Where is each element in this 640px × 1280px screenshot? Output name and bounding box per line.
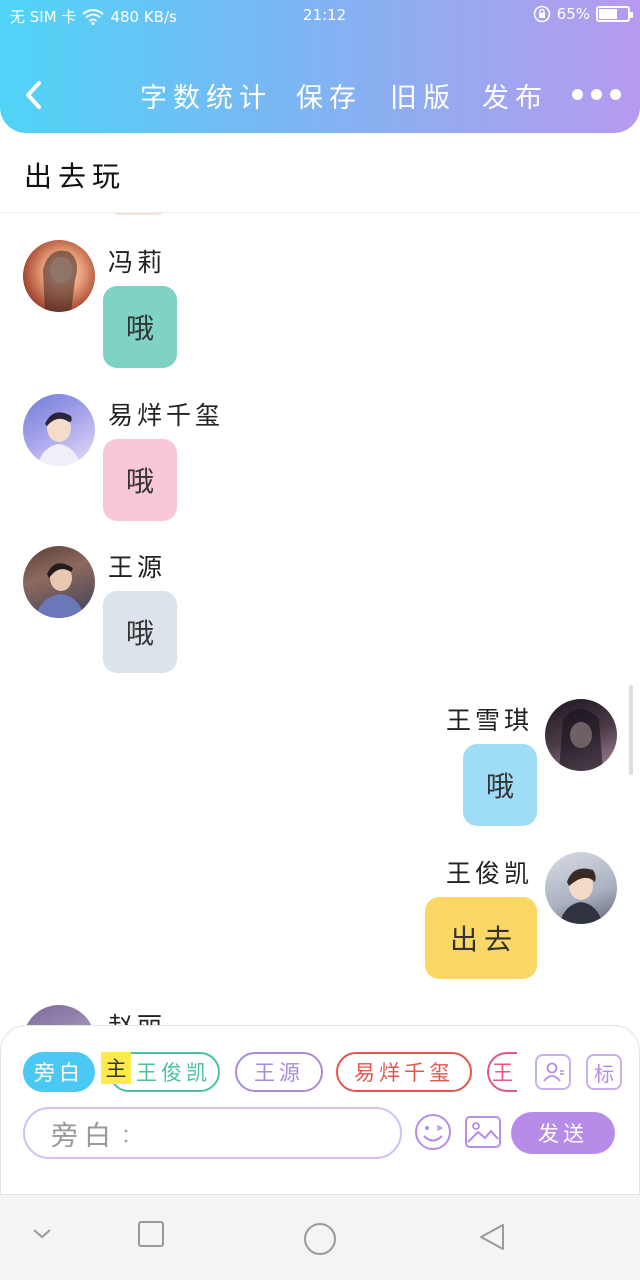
avatar[interactable] [545, 699, 617, 771]
message-input[interactable]: 旁白 ： [23, 1107, 402, 1159]
role-chip-yiyangqianxi[interactable]: 易烊千玺 [336, 1052, 472, 1092]
avatar[interactable] [23, 394, 95, 466]
more-dots-icon[interactable] [572, 89, 621, 100]
send-button[interactable]: 发送 [511, 1112, 615, 1154]
old-version-button[interactable]: 旧版 [390, 76, 456, 115]
input-role-label: 旁白 [51, 1120, 117, 1152]
avatar[interactable] [23, 240, 95, 312]
speaker-name: 易烊千玺 [108, 401, 225, 430]
message-bubble[interactable]: 哦 [103, 439, 177, 521]
square-icon[interactable] [136, 1219, 166, 1249]
save-button[interactable]: 保存 [296, 76, 362, 115]
composer-panel: 旁白 王俊凯 主 王源 易烊千玺 王 标 旁白 ： 发送 [0, 1025, 640, 1195]
wifi-icon [82, 8, 105, 25]
clipped-message-bubble [108, 213, 168, 215]
system-nav-bar [0, 1195, 640, 1280]
message-bubble[interactable]: 出去 [425, 897, 537, 979]
publish-button[interactable]: 发布 [482, 76, 548, 115]
speaker-name: 赵丽 [108, 1007, 166, 1025]
tag-button[interactable]: 标 [586, 1054, 622, 1090]
speaker-name: 王雪琪 [446, 706, 534, 735]
image-icon[interactable] [463, 1112, 503, 1152]
circle-icon[interactable] [302, 1221, 338, 1257]
scrollbar[interactable] [629, 685, 633, 775]
story-title-bar: 出去玩 [0, 133, 640, 213]
avatar[interactable] [23, 1005, 95, 1025]
chevron-down-icon[interactable] [30, 1225, 54, 1241]
role-chip-wangyuan[interactable]: 王源 [235, 1052, 323, 1092]
chat-area[interactable]: 冯莉 哦 易烊千玺 哦 王源 哦 王雪琪 哦 王俊凯 出去 赵丽 [0, 213, 640, 1025]
message-bubble[interactable]: 哦 [463, 744, 537, 826]
avatar[interactable] [23, 546, 95, 618]
role-chip-wang-clipped[interactable]: 王 [487, 1052, 517, 1092]
message-bubble[interactable]: 哦 [103, 591, 177, 673]
speaker-name: 冯莉 [108, 248, 167, 277]
word-count-button[interactable]: 字数统计 [140, 76, 272, 115]
avatar[interactable] [545, 852, 617, 924]
main-role-badge: 主 [101, 1052, 131, 1084]
app-header: 无 SIM 卡 480 KB/s 21:12 65% 字数统计 保存 旧版 发布 [0, 0, 640, 133]
clock: 21:12 [303, 6, 347, 24]
lock-rotation-icon [533, 5, 550, 23]
network-speed: 480 KB/s [110, 7, 177, 26]
battery-icon [596, 6, 633, 22]
input-placeholder: ： [121, 1122, 147, 1147]
speaker-name: 王源 [108, 553, 167, 582]
triangle-back-icon[interactable] [476, 1221, 508, 1253]
speaker-name: 王俊凯 [446, 859, 534, 888]
person-card-icon[interactable] [535, 1054, 571, 1090]
battery-fill [599, 9, 618, 19]
carrier-text: 无 SIM 卡 [10, 8, 77, 26]
status-bar: 无 SIM 卡 480 KB/s 21:12 65% [0, 0, 640, 32]
battery-percent: 65% [556, 5, 590, 23]
role-chip-narrator[interactable]: 旁白 [23, 1052, 95, 1092]
message-bubble[interactable]: 哦 [103, 286, 177, 368]
emoji-icon[interactable] [413, 1112, 453, 1152]
chevron-left-icon[interactable] [20, 78, 48, 112]
story-title[interactable]: 出去玩 [24, 155, 126, 195]
